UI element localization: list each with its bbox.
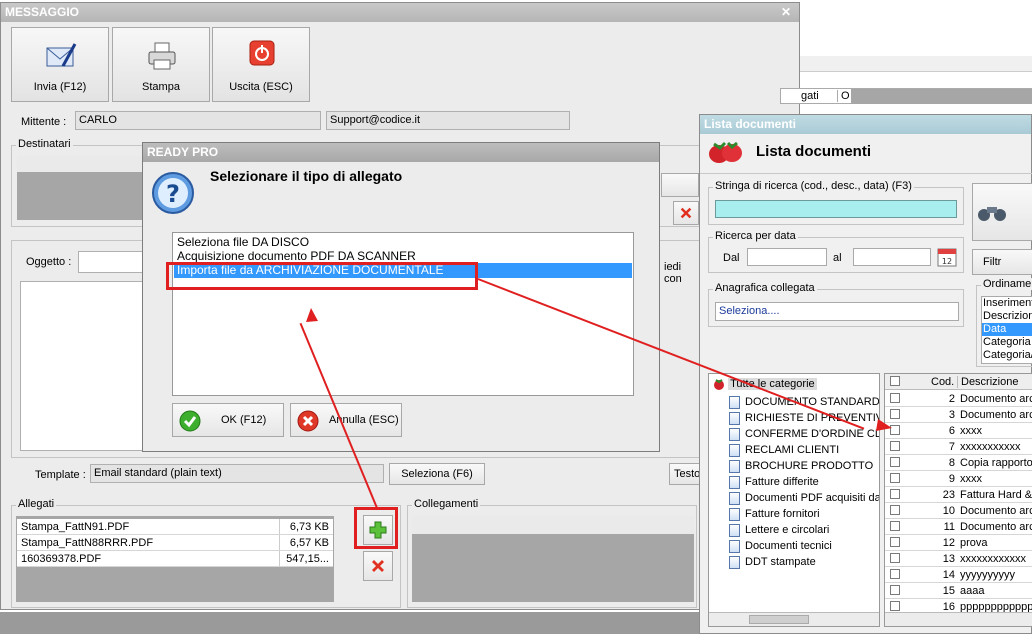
- arrow-heads: [306, 308, 892, 431]
